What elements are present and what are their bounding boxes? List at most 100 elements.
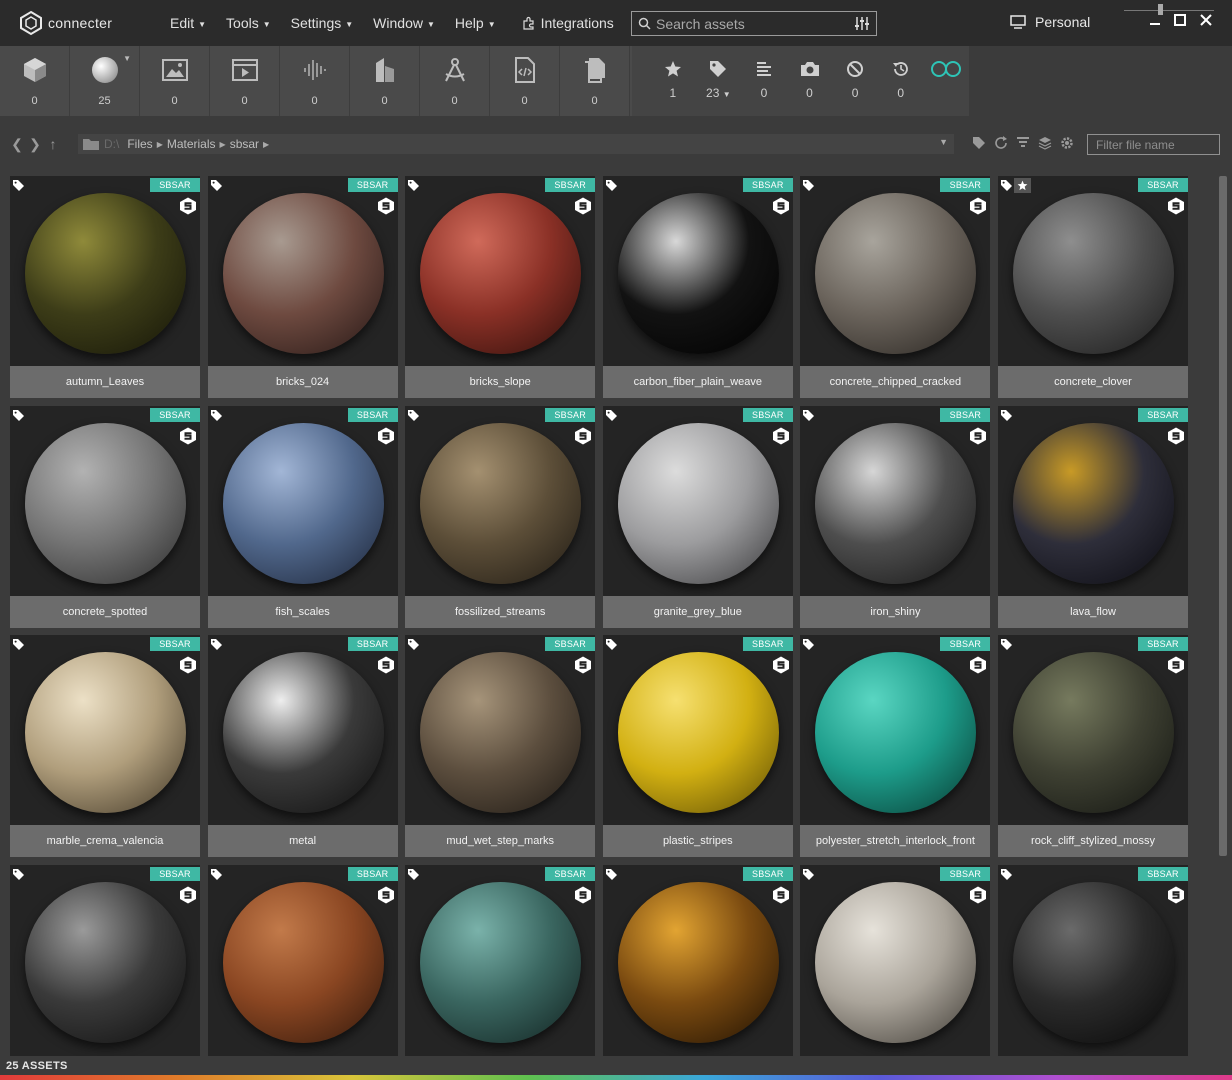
asset-card[interactable]: SBSAR concrete_clover [998,176,1188,398]
tag-icon[interactable] [605,868,617,880]
tag-icon[interactable] [408,409,420,421]
tag-icon[interactable] [13,639,24,650]
integrations-button[interactable]: Integrations [522,15,614,31]
asset-card[interactable]: SBSAR [405,864,596,1056]
filter-snapshots[interactable]: 0 [787,46,833,116]
asset-card[interactable]: SBSAR [800,864,991,1056]
search-box[interactable] [631,11,877,36]
tag-filter-icon[interactable] [972,136,986,150]
path-dropdown-icon[interactable]: ▼ [939,137,948,147]
menu-tools[interactable]: Tools ▼ [226,15,271,31]
asset-card[interactable]: SBSAR autumn_Leaves [10,176,200,398]
gear-icon[interactable] [1060,136,1074,150]
category-documents[interactable]: 0 [560,46,630,116]
tag-icon[interactable] [803,639,815,650]
asset-card[interactable]: SBSAR carbon_fiber_plain_weave [602,176,793,398]
category-images[interactable]: 0 [140,46,210,116]
zoom-slider-track[interactable] [1124,10,1214,11]
tag-icon[interactable] [408,868,420,880]
tag-icon[interactable] [605,409,617,421]
breadcrumb-files[interactable]: Files [127,137,152,151]
breadcrumb[interactable]: D:\ Files ▶ Materials ▶ sbsar ▶ ▼ [78,134,954,154]
filter-collections[interactable]: 0 [741,46,787,116]
asset-card[interactable]: SBSAR fossilized_streams [405,405,596,628]
breadcrumb-materials[interactable]: Materials [167,137,216,151]
category-videos[interactable]: 0 [210,46,280,116]
tag-icon[interactable] [210,409,222,421]
asset-card[interactable]: SBSAR [998,864,1188,1056]
vertical-scrollbar[interactable] [1219,176,1227,856]
filter-tags[interactable]: 23 ▼ [696,46,742,116]
asset-name: granite_grey_blue [602,595,793,628]
asset-card[interactable]: SBSAR marble_crema_valencia [10,635,200,857]
filter-filename-box[interactable] [1087,134,1220,155]
asset-card[interactable]: SBSAR fish_scales [207,405,398,628]
tag-icon[interactable] [210,639,222,650]
tag-icon[interactable] [803,868,815,880]
close-icon[interactable] [1198,12,1214,28]
asset-card[interactable]: SBSAR rock_cliff_stylized_mossy [998,635,1188,857]
filter-filename-input[interactable] [1088,135,1219,154]
filter-sliders-icon[interactable] [854,16,870,31]
tag-icon[interactable] [210,180,222,191]
tag-icon[interactable] [1001,868,1012,880]
tag-icon[interactable] [605,639,617,650]
tag-icon[interactable] [13,409,24,421]
asset-card[interactable]: SBSAR metal [207,635,398,857]
asset-card[interactable]: SBSAR concrete_chipped_cracked [800,176,991,398]
tag-icon[interactable] [408,639,420,650]
asset-card[interactable]: SBSAR bricks_024 [207,176,398,398]
layers-icon[interactable] [1038,136,1052,150]
tag-icon[interactable] [13,180,24,191]
asset-card[interactable]: SBSAR plastic_stripes [602,635,793,857]
filter-count[interactable]: 23 ▼ [706,86,731,100]
menu-window[interactable]: Window ▼ [373,15,435,31]
asset-card[interactable]: SBSAR [207,864,398,1056]
up-arrow-icon[interactable]: ↑ [44,136,62,152]
category-materials[interactable]: ▼ 25 [70,46,140,116]
breadcrumb-root[interactable]: D:\ [104,137,119,151]
menu-edit[interactable]: Edit ▼ [170,15,206,31]
tag-icon[interactable] [210,868,222,880]
asset-card[interactable]: SBSAR iron_shiny [800,405,991,628]
sort-icon[interactable] [1016,136,1030,150]
category-drawings[interactable]: 0 [420,46,490,116]
tag-icon[interactable] [13,868,24,880]
filter-all[interactable] [923,46,969,116]
filter-excluded[interactable]: 0 [832,46,878,116]
maximize-icon[interactable] [1172,12,1188,28]
breadcrumb-sbsar[interactable]: sbsar [230,137,259,151]
category-3d-models[interactable]: 0 [0,46,70,116]
refresh-icon[interactable] [994,136,1008,150]
filter-favorites[interactable]: 1 [650,46,696,116]
asset-card[interactable]: SBSAR lava_flow [998,405,1188,628]
asset-card[interactable]: SBSAR [602,864,793,1056]
forward-icon[interactable]: ❯ [26,136,44,153]
asset-card[interactable]: SBSAR bricks_slope [405,176,596,398]
asset-card[interactable]: SBSAR granite_grey_blue [602,405,793,628]
tag-icon[interactable] [1001,409,1012,421]
tag-icon[interactable] [1001,180,1012,191]
category-environments[interactable]: 0 [350,46,420,116]
asset-card[interactable]: SBSAR mud_wet_step_marks [405,635,596,857]
category-scripts[interactable]: 0 [490,46,560,116]
tag-icon[interactable] [803,180,815,191]
zoom-slider-handle[interactable] [1158,4,1163,15]
category-audio[interactable]: 0 [280,46,350,116]
back-icon[interactable]: ❮ [8,136,26,153]
tag-icon[interactable] [605,180,617,191]
tag-icon[interactable] [1001,639,1012,650]
tag-icon[interactable] [803,409,815,421]
menu-help[interactable]: Help ▼ [455,15,496,31]
search-input[interactable] [656,15,846,32]
filter-recent[interactable]: 0 [878,46,924,116]
asset-card[interactable]: SBSAR polyester_stretch_interlock_front [800,635,991,857]
asset-card[interactable]: SBSAR concrete_spotted [10,405,200,628]
menu-settings[interactable]: Settings ▼ [291,15,354,31]
caret-down-icon[interactable]: ▼ [123,54,131,63]
tag-icon[interactable] [408,180,420,191]
asset-card[interactable]: SBSAR [10,864,200,1056]
account-switcher[interactable]: Personal [1010,14,1090,30]
favorite-star-icon[interactable] [1014,178,1031,193]
code-file-icon [514,57,535,83]
